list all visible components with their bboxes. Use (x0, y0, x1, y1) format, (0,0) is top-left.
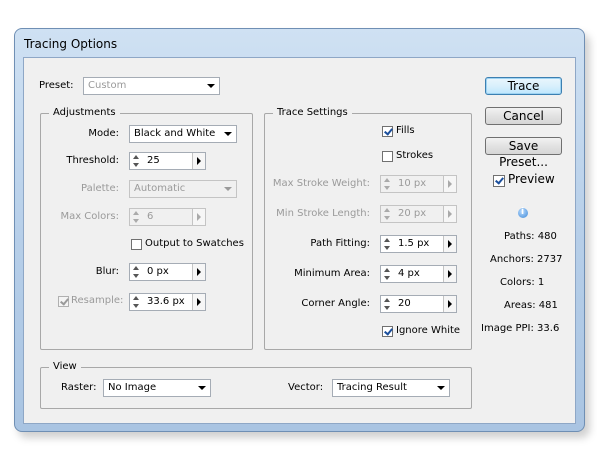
slider-toggle-icon[interactable] (443, 296, 456, 312)
vector-label: Vector: (288, 382, 324, 393)
path-fitting-field[interactable]: 1.5 px (380, 235, 457, 253)
strokes-label: Strokes (396, 150, 434, 161)
chevron-down-icon (194, 380, 210, 396)
slider-toggle-icon[interactable] (192, 264, 205, 280)
areas-stat: Areas: 481 (504, 300, 558, 311)
vector-value: Tracing Result (337, 382, 407, 393)
stepper-arrows-icon[interactable] (131, 210, 142, 224)
palette-dropdown[interactable]: Automatic (129, 180, 237, 198)
trace-settings-group: Trace Settings (264, 107, 472, 350)
resample-label: Resample: (71, 295, 124, 306)
slider-toggle-icon[interactable] (192, 294, 205, 310)
stepper-arrows-icon[interactable] (382, 177, 393, 191)
min-stroke-length-field[interactable]: 20 px (380, 205, 457, 223)
blur-field[interactable]: 0 px (129, 263, 206, 281)
info-icon (518, 207, 528, 218)
max-colors-value: 6 (147, 211, 154, 222)
max-stroke-weight-label: Max Stroke Weight: (272, 178, 370, 189)
dialog-body: Preset: Custom Adjustments Mode: Black a… (23, 57, 576, 424)
chevron-down-icon (433, 380, 449, 396)
raster-dropdown[interactable]: No Image (103, 379, 211, 397)
corner-angle-value: 20 (398, 298, 411, 309)
view-legend: View (49, 361, 81, 372)
stepper-arrows-icon[interactable] (382, 237, 393, 251)
slider-toggle-icon[interactable] (192, 209, 205, 225)
palette-value: Automatic (134, 183, 186, 194)
palette-label: Palette: (80, 183, 119, 194)
preview-label: Preview (508, 172, 555, 186)
ignore-white-checkbox[interactable] (382, 326, 393, 337)
max-colors-field[interactable]: 6 (129, 208, 206, 226)
chevron-down-icon (220, 126, 236, 142)
min-stroke-length-label: Min Stroke Length: (276, 208, 370, 219)
adjustments-legend: Adjustments (49, 107, 120, 118)
threshold-value: 25 (147, 155, 160, 166)
chevron-down-icon (220, 181, 236, 197)
chevron-down-icon (203, 78, 219, 94)
path-fitting-label: Path Fitting: (310, 238, 370, 249)
minimum-area-label: Minimum Area: (294, 268, 370, 279)
resample-field[interactable]: 33.6 px (129, 293, 206, 311)
minimum-area-value: 4 px (398, 268, 420, 279)
save-preset-button[interactable]: Save Preset... (485, 137, 562, 169)
blur-value: 0 px (147, 266, 169, 277)
stepper-arrows-icon[interactable] (131, 154, 142, 168)
fills-checkbox[interactable] (382, 126, 393, 137)
preset-value: Custom (88, 80, 127, 91)
slider-toggle-icon[interactable] (443, 176, 456, 192)
max-stroke-weight-value: 10 px (398, 178, 427, 189)
adjustments-group: Adjustments (40, 107, 253, 350)
preset-dropdown[interactable]: Custom (83, 77, 220, 95)
max-stroke-weight-field[interactable]: 10 px (380, 175, 457, 193)
output-to-swatches-checkbox[interactable] (131, 239, 142, 250)
trace-settings-legend: Trace Settings (273, 107, 352, 118)
threshold-field[interactable]: 25 (129, 152, 206, 170)
mode-label: Mode: (88, 128, 119, 139)
anchors-stat: Anchors: 2737 (490, 254, 563, 265)
minimum-area-field[interactable]: 4 px (380, 265, 457, 283)
strokes-checkbox[interactable] (382, 151, 393, 162)
threshold-label: Threshold: (66, 155, 119, 166)
image-ppi-stat: Image PPI: 33.6 (481, 323, 560, 334)
raster-label: Raster: (61, 382, 97, 393)
resample-value: 33.6 px (147, 296, 185, 307)
trace-button[interactable]: Trace (485, 77, 562, 95)
paths-stat: Paths: 480 (504, 231, 557, 242)
ignore-white-label: Ignore White (396, 325, 461, 336)
output-to-swatches-label: Output to Swatches (145, 238, 244, 249)
tracing-options-dialog: Tracing Options Preset: Custom Adjustmen… (14, 28, 585, 432)
min-stroke-length-value: 20 px (398, 208, 427, 219)
slider-toggle-icon[interactable] (443, 236, 456, 252)
colors-stat: Colors: 1 (500, 277, 545, 288)
slider-toggle-icon[interactable] (443, 206, 456, 222)
preset-label: Preset: (39, 80, 74, 91)
preview-checkbox[interactable] (493, 175, 505, 187)
mode-dropdown[interactable]: Black and White (129, 125, 237, 143)
stepper-arrows-icon[interactable] (382, 297, 393, 311)
blur-label: Blur: (95, 266, 119, 277)
corner-angle-label: Corner Angle: (301, 298, 370, 309)
path-fitting-value: 1.5 px (398, 238, 430, 249)
window-title: Tracing Options (24, 37, 118, 51)
corner-angle-field[interactable]: 20 (380, 295, 457, 313)
stepper-arrows-icon[interactable] (382, 267, 393, 281)
mode-value: Black and White (134, 128, 216, 139)
raster-value: No Image (108, 382, 157, 393)
cancel-button[interactable]: Cancel (485, 107, 562, 125)
stepper-arrows-icon[interactable] (131, 295, 142, 309)
fills-label: Fills (396, 125, 415, 136)
slider-toggle-icon[interactable] (192, 153, 205, 169)
slider-toggle-icon[interactable] (443, 266, 456, 282)
stepper-arrows-icon[interactable] (382, 207, 393, 221)
resample-checkbox[interactable] (58, 296, 69, 307)
vector-dropdown[interactable]: Tracing Result (332, 379, 450, 397)
max-colors-label: Max Colors: (60, 211, 119, 222)
stepper-arrows-icon[interactable] (131, 265, 142, 279)
